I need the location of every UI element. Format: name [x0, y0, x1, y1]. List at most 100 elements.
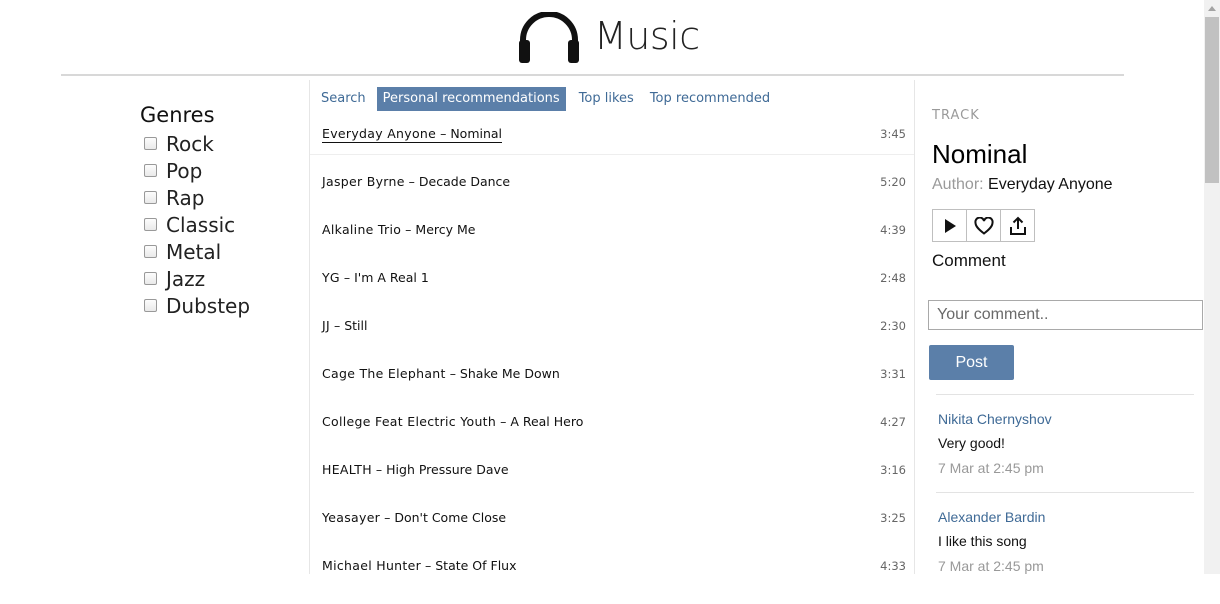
genres-filter: Genres Rock Pop Rap Classic Metal Jazz D… [140, 102, 250, 319]
scrollbar-thumb[interactable] [1205, 17, 1219, 183]
tab-top-recommended[interactable]: Top recommended [644, 87, 776, 111]
track-title: I'm A Real 1 [354, 270, 429, 285]
track-name[interactable]: Cage The Elephant – Shake Me Down [322, 366, 560, 381]
genre-checkbox[interactable] [144, 164, 157, 177]
track-row[interactable]: Alkaline Trio – Mercy Me 4:39 [322, 220, 908, 268]
track-row[interactable]: Everyday Anyone – Nominal 3:45 [322, 124, 908, 172]
track-title: State Of Flux [435, 558, 517, 573]
track-duration: 3:31 [880, 367, 906, 381]
tab-personal-recommendations[interactable]: Personal recommendations [376, 87, 566, 111]
genre-checkbox[interactable] [144, 272, 157, 285]
like-button[interactable] [967, 209, 1001, 242]
track-duration: 4:33 [880, 559, 906, 573]
track-name[interactable]: Michael Hunter – State Of Flux [322, 558, 517, 573]
track-artist: JJ [322, 318, 330, 333]
play-button[interactable] [932, 209, 967, 242]
post-button[interactable]: Post [929, 345, 1014, 380]
track-detail-title: Nominal [932, 139, 1028, 169]
track-duration: 2:48 [880, 271, 906, 285]
comment-item: Alexander Bardin I like this song 7 Mar … [938, 509, 1193, 574]
track-title: Shake Me Down [459, 366, 560, 381]
track-name[interactable]: HEALTH – High Pressure Dave [322, 462, 509, 477]
headphones-icon [519, 12, 579, 63]
share-button[interactable] [1001, 209, 1035, 242]
genres-title: Genres [140, 103, 215, 127]
track-title: Mercy Me [415, 222, 476, 237]
track-row[interactable]: Cage The Elephant – Shake Me Down 3:31 [322, 364, 908, 412]
genre-label: Jazz [166, 266, 206, 291]
track-actions [932, 209, 1196, 242]
app-title: Music [594, 14, 700, 58]
share-icon [1009, 216, 1026, 235]
track-artist: Michael Hunter [322, 558, 422, 573]
track-details-panel: TRACK Nominal Author: Everyday Anyone Co… [932, 108, 1196, 271]
genre-checkbox[interactable] [144, 191, 157, 204]
track-list: Everyday Anyone – Nominal 3:45 Jasper By… [322, 124, 908, 604]
genre-dubstep[interactable]: Dubstep [140, 292, 250, 319]
author-label: Author: [932, 176, 984, 193]
track-name[interactable]: YG – I'm A Real 1 [322, 270, 429, 285]
track-name[interactable]: JJ – Still [322, 318, 367, 333]
genre-pop[interactable]: Pop [140, 157, 250, 184]
track-row[interactable]: YG – I'm A Real 1 2:48 [322, 268, 908, 316]
comment-time: 7 Mar at 2:45 pm [938, 460, 1044, 476]
track-artist: HEALTH [322, 462, 372, 477]
track-duration: 5:20 [880, 175, 906, 189]
track-duration: 3:25 [880, 511, 906, 525]
comment-text: I like this song [938, 533, 1027, 549]
play-icon [944, 218, 956, 233]
comment-author[interactable]: Alexander Bardin [938, 509, 1193, 525]
track-title: High Pressure Dave [386, 462, 509, 477]
comment-divider [936, 492, 1194, 493]
track-name[interactable]: Jasper Byrne – Decade Dance [322, 174, 510, 189]
track-name[interactable]: Yeasayer – Don't Come Close [322, 510, 506, 525]
track-artist: Yeasayer [322, 510, 381, 525]
genre-label: Rap [166, 185, 205, 210]
comment-author[interactable]: Nikita Chernyshov [938, 411, 1193, 427]
track-duration: 2:30 [880, 319, 906, 333]
right-column-divider [914, 80, 915, 574]
genre-label: Dubstep [166, 293, 251, 318]
track-row[interactable]: JJ – Still 2:30 [322, 316, 908, 364]
genre-label: Rock [166, 131, 214, 156]
track-artist: Jasper Byrne [322, 174, 405, 189]
track-duration: 4:39 [880, 223, 906, 237]
genre-checkbox[interactable] [144, 299, 157, 312]
genre-checkbox[interactable] [144, 245, 157, 258]
track-duration: 4:27 [880, 415, 906, 429]
comment-input[interactable] [928, 300, 1203, 330]
genre-jazz[interactable]: Jazz [140, 265, 250, 292]
track-row[interactable]: College Feat Electric Youth – A Real Her… [322, 412, 908, 460]
comment-text: Very good! [938, 435, 1005, 451]
track-title: Still [344, 318, 368, 333]
genre-rap[interactable]: Rap [140, 184, 250, 211]
recommendation-tabs: Search Personal recommendations Top like… [315, 87, 777, 111]
track-author: Author: Everyday Anyone [932, 176, 1196, 194]
scroll-up-arrow-icon[interactable] [1204, 0, 1220, 16]
comment-label: Comment [932, 251, 1006, 270]
author-name[interactable]: Everyday Anyone [988, 176, 1113, 193]
track-name[interactable]: College Feat Electric Youth – A Real Her… [322, 414, 583, 429]
track-name[interactable]: Everyday Anyone – Nominal [322, 126, 503, 143]
tab-top-likes[interactable]: Top likes [573, 87, 640, 111]
track-artist: YG [322, 270, 340, 285]
track-row[interactable]: Jasper Byrne – Decade Dance 5:20 [322, 172, 908, 220]
comment-divider [936, 394, 1194, 395]
genre-label: Pop [166, 158, 203, 183]
track-row[interactable]: HEALTH – High Pressure Dave 3:16 [322, 460, 908, 508]
track-row[interactable]: Michael Hunter – State Of Flux 4:33 [322, 556, 908, 604]
track-name[interactable]: Alkaline Trio – Mercy Me [322, 222, 475, 237]
heart-icon [973, 216, 994, 235]
genre-rock[interactable]: Rock [140, 130, 250, 157]
tab-search[interactable]: Search [315, 87, 372, 111]
track-title: Decade Dance [418, 174, 511, 189]
genre-checkbox[interactable] [144, 218, 157, 231]
track-artist: Everyday Anyone [322, 126, 437, 141]
genre-checkbox[interactable] [144, 137, 157, 150]
track-artist: Cage The Elephant [322, 366, 446, 381]
genre-metal[interactable]: Metal [140, 238, 250, 265]
genre-classic[interactable]: Classic [140, 211, 250, 238]
track-row[interactable]: Yeasayer – Don't Come Close 3:25 [322, 508, 908, 556]
track-duration: 3:45 [880, 127, 906, 141]
header-divider [61, 74, 1124, 76]
